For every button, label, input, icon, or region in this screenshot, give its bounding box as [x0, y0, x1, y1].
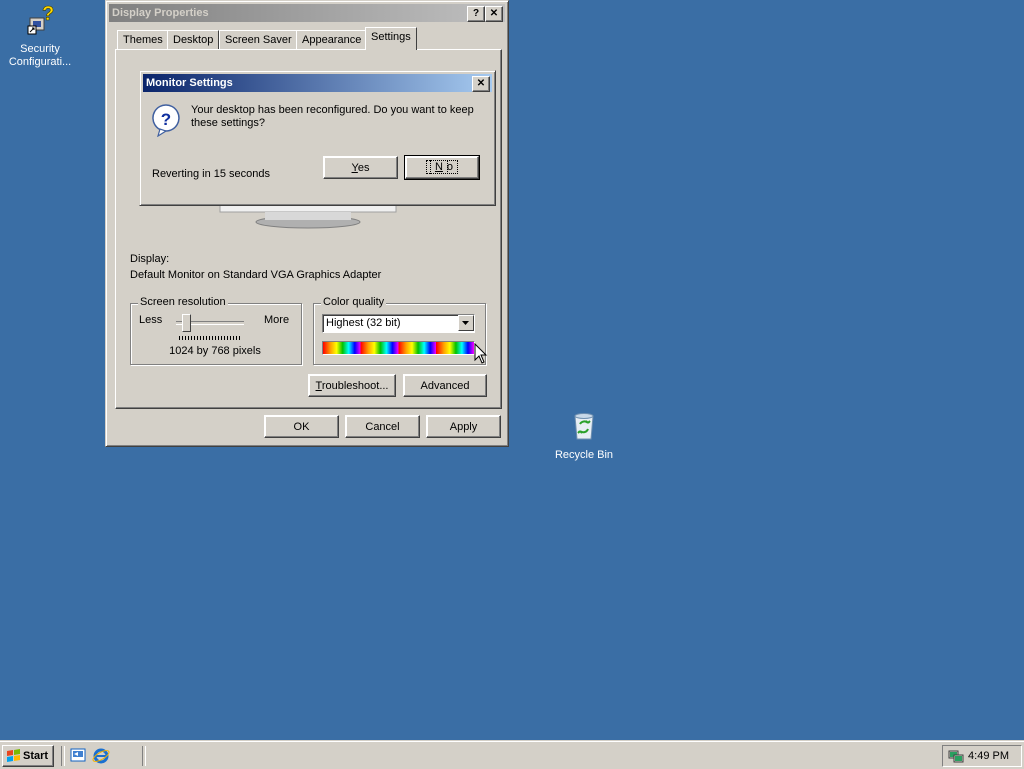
- dialog-title: Monitor Settings: [146, 77, 233, 89]
- advanced-button-label: Advanced: [420, 380, 470, 392]
- close-button[interactable]: ✕: [485, 6, 503, 22]
- help-button[interactable]: ?: [467, 6, 485, 22]
- apply-button[interactable]: Apply: [426, 415, 501, 438]
- color-quality-group: Color quality: [313, 296, 486, 365]
- taskbar: Start 4:49 PM: [0, 740, 1024, 769]
- recycle-bin-icon: [574, 413, 594, 440]
- color-quality-select[interactable]: Highest (32 bit): [322, 314, 475, 333]
- monitor-settings-titlebar[interactable]: Monitor Settings ✕: [143, 74, 492, 92]
- resolution-slider-thumb[interactable]: [182, 314, 191, 332]
- revert-countdown: Reverting in 15 seconds: [152, 168, 271, 180]
- tab-themes[interactable]: Themes: [117, 30, 169, 49]
- start-label: Start: [23, 750, 49, 762]
- resolution-slider-ticks: [179, 336, 242, 340]
- network-tray-icon[interactable]: [948, 748, 964, 764]
- windows-logo-icon: [7, 749, 20, 762]
- start-button[interactable]: Start: [2, 745, 54, 767]
- security-config-icon: ?: [27, 3, 55, 35]
- resolution-less-label: Less: [139, 314, 163, 326]
- tab-settings[interactable]: Settings: [365, 27, 417, 50]
- tab-appearance[interactable]: Appearance: [296, 30, 368, 49]
- dialog-message: Your desktop has been reconfigured. Do y…: [191, 104, 474, 129]
- display-properties-titlebar[interactable]: Display Properties ? ✕: [109, 4, 505, 22]
- troubleshoot-button[interactable]: Troubleshoot...: [308, 374, 396, 397]
- mouse-cursor-icon: [474, 343, 488, 364]
- desktop-icon-label: Security Configurati...: [8, 43, 72, 68]
- yes-button[interactable]: Yes: [323, 156, 398, 179]
- advanced-button[interactable]: Advanced: [403, 374, 487, 397]
- svg-text:?: ?: [42, 4, 54, 25]
- cancel-button-label: Cancel: [365, 421, 400, 433]
- chevron-down-icon: [462, 321, 469, 325]
- dropdown-arrow-button[interactable]: [458, 315, 474, 331]
- tab-desktop[interactable]: Desktop: [167, 30, 220, 49]
- resolution-more-label: More: [264, 314, 290, 326]
- taskbar-separator: [142, 746, 146, 766]
- troubleshoot-button-label: Troubleshoot...: [315, 380, 389, 392]
- desktop-icon-label: Recycle Bin: [554, 449, 614, 461]
- cancel-button[interactable]: Cancel: [345, 415, 420, 438]
- show-desktop-icon[interactable]: [69, 747, 87, 765]
- apply-button-label: Apply: [449, 421, 478, 433]
- color-quality-selected: Highest (32 bit): [326, 317, 401, 329]
- color-spectrum-bar: [322, 341, 475, 355]
- display-label: Display:: [130, 253, 170, 265]
- taskbar-separator: [61, 746, 65, 766]
- desktop-icon-recycle-bin[interactable]: Recycle Bin: [544, 410, 624, 462]
- window-title: Display Properties: [112, 7, 209, 19]
- ok-button-label: OK: [293, 421, 310, 433]
- internet-explorer-icon[interactable]: [92, 747, 110, 765]
- no-button[interactable]: No: [404, 155, 480, 180]
- desktop-icon-security-configuration[interactable]: ? Security Configurati...: [0, 3, 80, 69]
- dialog-close-button[interactable]: ✕: [472, 76, 490, 92]
- tab-screen-saver[interactable]: Screen Saver: [219, 30, 298, 49]
- yes-button-label: Yes: [351, 162, 370, 174]
- clock[interactable]: 4:49 PM: [968, 750, 1009, 762]
- system-tray: 4:49 PM: [942, 745, 1022, 767]
- question-icon: ?: [152, 104, 180, 137]
- monitor-settings-dialog: Monitor Settings ✕: [139, 70, 496, 206]
- ok-button[interactable]: OK: [264, 415, 339, 438]
- screen-resolution-label: Screen resolution: [138, 296, 228, 308]
- color-quality-label: Color quality: [321, 296, 387, 308]
- svg-text:?: ?: [161, 110, 171, 129]
- resolution-value: 1024 by 768 pixels: [169, 345, 261, 357]
- display-value: Default Monitor on Standard VGA Graphics…: [130, 269, 382, 281]
- no-button-label: No: [425, 160, 459, 174]
